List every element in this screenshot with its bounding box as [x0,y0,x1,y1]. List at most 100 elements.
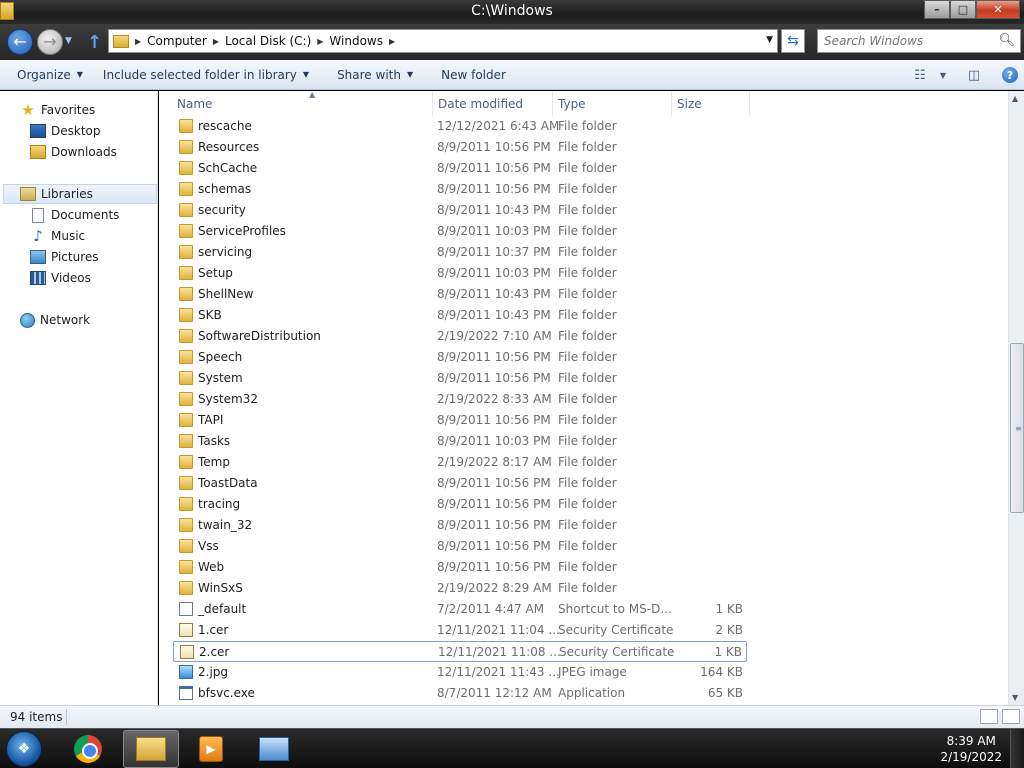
share-with-button[interactable]: Share with ▼ [328,63,422,87]
column-header-date-modified[interactable]: Date modified [433,91,553,116]
organize-button[interactable]: Organize ▼ [8,63,92,87]
breadcrumb-computer[interactable]: Computer [147,34,207,48]
file-row[interactable]: Vss 8/9/2011 10:56 PM File folder [173,536,747,557]
nav-item-music[interactable]: ♪ Music [30,226,85,246]
change-view-icon[interactable]: ☷ [906,63,934,87]
file-row[interactable]: SchCache 8/9/2011 10:56 PM File folder [173,158,747,179]
file-type: File folder [558,287,617,301]
chevron-right-icon[interactable]: ▶ [135,37,141,46]
file-row[interactable]: ServiceProfiles 8/9/2011 10:03 PM File fol… [173,221,747,242]
file-row[interactable]: System 8/9/2011 10:56 PM File folder [173,368,747,389]
file-row[interactable]: servicing 8/9/2011 10:37 PM File folder [173,242,747,263]
file-row[interactable]: SKB 8/9/2011 10:43 PM File folder [173,305,747,326]
window-controls: – □ ✕ [924,0,1020,19]
file-name: schemas [198,182,252,196]
file-date-modified: 2/19/2022 7:10 AM [437,329,552,343]
history-dropdown-icon[interactable]: ▼ [65,36,72,46]
file-row[interactable]: security 8/9/2011 10:43 PM File folder [173,200,747,221]
search-box[interactable]: 🔍︎ [817,29,1021,53]
refresh-button[interactable]: ⇆ [781,29,805,53]
close-button[interactable]: ✕ [976,0,1020,19]
chevron-down-icon[interactable]: ▼ [766,35,773,45]
file-row[interactable]: 2.jpg 12/11/2021 11:43 ... JPEG image 164 K… [173,662,747,683]
start-button[interactable]: ❖ [6,731,42,767]
folder-icon [179,224,193,238]
file-row[interactable]: ToastData 8/9/2011 10:56 PM File folder [173,473,747,494]
back-button[interactable]: ← [7,29,33,55]
address-bar[interactable]: ▶ Computer ▶ Local Disk (C:) ▶ Windows ▶… [108,29,778,53]
file-date-modified: 8/9/2011 10:43 PM [437,203,551,217]
nav-libraries[interactable]: Libraries [3,184,157,204]
file-row[interactable]: Tasks 8/9/2011 10:03 PM File folder [173,431,747,452]
file-row[interactable]: ShellNew 8/9/2011 10:43 PM File folder [173,284,747,305]
nav-favorites[interactable]: ★ Favorites [20,100,95,120]
chevron-right-icon[interactable]: ▶ [317,37,323,46]
chevron-right-icon[interactable]: ▶ [213,37,219,46]
large-icons-view-icon[interactable] [1002,709,1020,724]
details-view-icon[interactable] [980,709,998,724]
taskbar-media-player[interactable]: ▶ [183,730,239,768]
nav-item-desktop[interactable]: Desktop [30,121,101,141]
file-row[interactable]: bfsvc.exe 8/7/2011 12:12 AM Application 65 … [173,683,747,704]
new-folder-button[interactable]: New folder [432,63,515,87]
nav-item-videos[interactable]: Videos [30,268,91,288]
vertical-scrollbar[interactable]: ▲ ≡ ▼ [1008,91,1024,705]
scroll-down-icon[interactable]: ▼ [1012,693,1018,702]
chevron-right-icon[interactable]: ▶ [389,37,395,46]
file-row[interactable]: WinSxS 2/19/2022 8:29 AM File folder [173,578,747,599]
file-type: Application [558,686,626,700]
file-row[interactable]: Temp 2/19/2022 8:17 AM File folder [173,452,747,473]
file-row[interactable]: tracing 8/9/2011 10:56 PM File folder [173,494,747,515]
scrollbar-thumb[interactable]: ≡ [1010,343,1024,513]
shortcut-icon [179,602,193,616]
column-header-type[interactable]: Type [553,91,672,116]
taskbar-explorer[interactable] [123,730,179,768]
file-row[interactable]: Setup 8/9/2011 10:03 PM File folder [173,263,747,284]
help-button[interactable]: ? [996,63,1024,87]
file-row[interactable]: rescache 12/12/2021 6:43 AM File folder [173,116,747,137]
file-row[interactable]: TAPI 8/9/2011 10:56 PM File folder [173,410,747,431]
maximize-button[interactable]: □ [950,0,976,19]
file-row[interactable]: SoftwareDistribution 2/19/2022 7:10 AM Fil… [173,326,747,347]
file-row[interactable]: 2.cer 12/11/2021 11:08 ... Security Certif… [173,641,747,662]
file-row[interactable]: Speech 8/9/2011 10:56 PM File folder [173,347,747,368]
folder-icon [136,737,166,761]
minimize-button[interactable]: – [924,0,950,19]
forward-button[interactable]: → [37,29,63,55]
status-bar: 94 items [0,705,1024,728]
breadcrumb-windows[interactable]: Windows [329,34,383,48]
file-date-modified: 2/19/2022 8:33 AM [437,392,552,406]
show-desktop-button[interactable] [1010,729,1024,768]
preview-pane-icon[interactable]: ◫ [960,63,988,87]
column-header-name[interactable]: Name ▲ [172,91,433,116]
chevron-down-icon[interactable]: ▼ [934,63,952,87]
scroll-up-icon[interactable]: ▲ [1012,94,1018,103]
file-row[interactable]: Web 8/9/2011 10:56 PM File folder [173,557,747,578]
media-player-icon: ▶ [199,736,223,762]
breadcrumb-local-disk[interactable]: Local Disk (C:) [225,34,311,48]
up-arrow-icon[interactable]: ↑ [87,32,102,53]
title-bar[interactable]: C:\Windows – □ ✕ [0,0,1024,24]
file-date-modified: 8/9/2011 10:56 PM [437,518,551,532]
system-clock[interactable]: 8:39 AM 2/19/2022 [940,733,1002,765]
nav-item-documents[interactable]: Documents [30,205,119,225]
include-in-library-button[interactable]: Include selected folder in library ▼ [94,63,318,87]
file-row[interactable]: System32 2/19/2022 8:33 AM File folder [173,389,747,410]
search-input[interactable] [818,30,988,52]
nav-item-pictures[interactable]: Pictures [30,247,99,267]
folder-icon [179,434,193,448]
file-row[interactable]: _default 7/2/2011 4:47 AM Shortcut to MS-D… [173,599,747,620]
file-row[interactable]: twain_32 8/9/2011 10:56 PM File folder [173,515,747,536]
file-row[interactable]: Resources 8/9/2011 10:56 PM File folder [173,137,747,158]
search-icon[interactable]: 🔍︎ [998,33,1015,48]
file-name: TAPI [198,413,224,427]
taskbar-chrome[interactable] [60,730,116,768]
file-row[interactable]: 1.cer 12/11/2021 11:04 ... Security Certif… [173,620,747,641]
nav-item-downloads[interactable]: Downloads [30,142,117,162]
file-row[interactable]: schemas 8/9/2011 10:56 PM File folder [173,179,747,200]
nav-network[interactable]: Network [20,310,90,330]
certificate-icon [179,623,193,637]
taskbar-remote-desktop[interactable] [246,730,302,768]
help-icon: ? [1002,67,1018,83]
column-header-size[interactable]: Size [672,91,750,116]
